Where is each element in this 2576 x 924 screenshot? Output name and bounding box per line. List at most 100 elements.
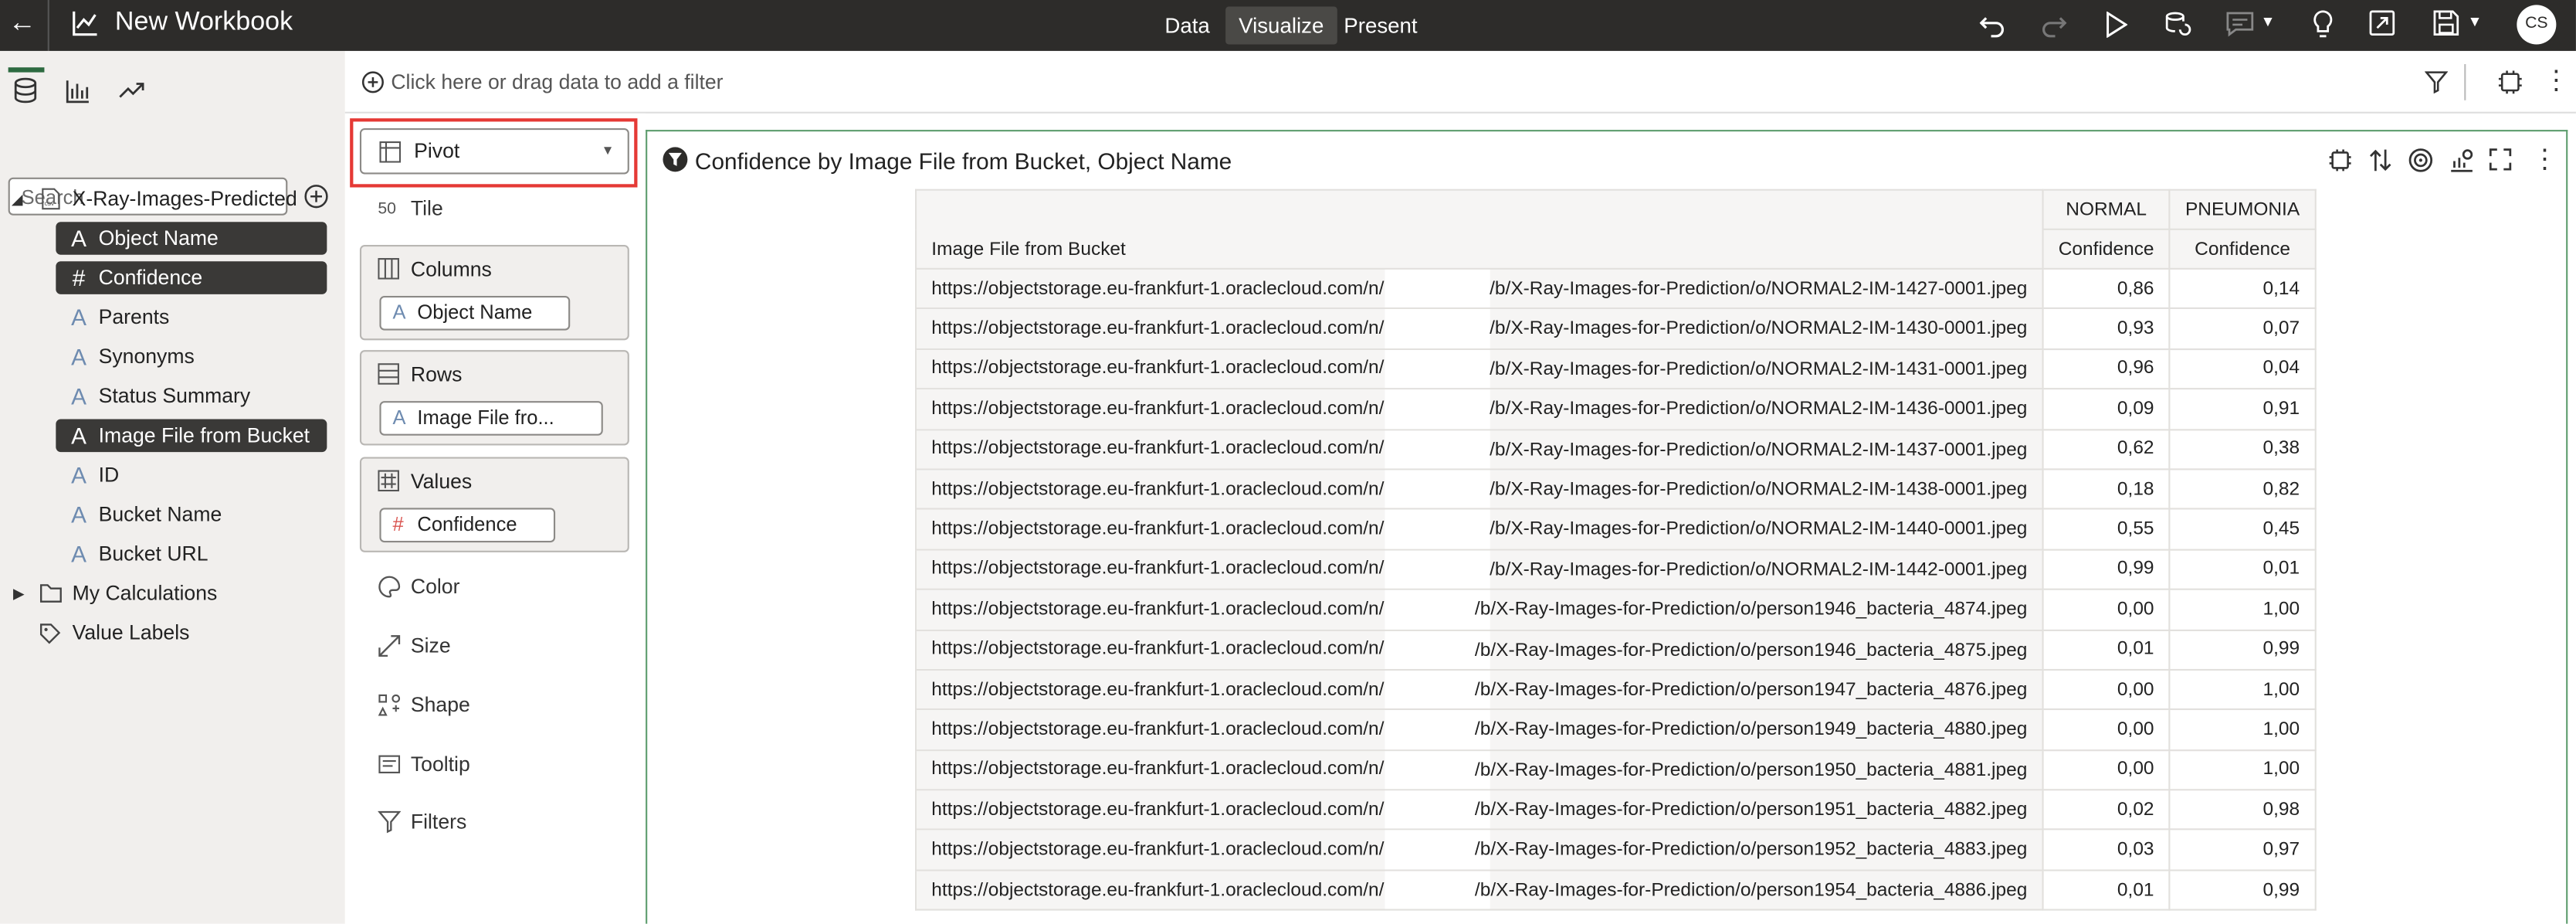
field-object-name[interactable]: A Object Name	[56, 222, 327, 255]
sort-icon[interactable]	[2369, 148, 2392, 172]
image-url-cell[interactable]: https://objectstorage.eu-frankfurt-1.ora…	[915, 668, 2044, 711]
tile-item[interactable]: 50 Tile	[378, 192, 442, 226]
shape-item[interactable]: Shape	[378, 688, 470, 722]
auto-apply-icon[interactable]	[2497, 69, 2523, 95]
pneumonia-confidence-cell[interactable]: 0,82	[2168, 468, 2317, 511]
columns-section[interactable]: Columns A Object Name	[359, 244, 629, 341]
save-chevron-down-icon[interactable]: ▼	[2468, 13, 2483, 29]
table-row[interactable]: https://objectstorage.eu-frankfurt-1.ora…	[915, 267, 2317, 310]
rows-section[interactable]: Rows A Image File fro...	[359, 350, 629, 446]
analytics-icon[interactable]	[2449, 148, 2474, 172]
field-bucket-url[interactable]: A Bucket URL	[56, 538, 327, 571]
table-row[interactable]: https://objectstorage.eu-frankfurt-1.ora…	[915, 508, 2317, 551]
field-id[interactable]: A ID	[56, 459, 327, 492]
more-options-icon[interactable]: ⋮	[2531, 143, 2557, 176]
collapsed-triangle-icon[interactable]: ▶	[13, 577, 25, 610]
normal-confidence-cell[interactable]: 0,00	[2042, 668, 2171, 711]
pneumonia-confidence-cell[interactable]: 0,45	[2168, 508, 2317, 551]
pneumonia-confidence-cell[interactable]: 0,01	[2168, 549, 2317, 591]
image-url-cell[interactable]: https://objectstorage.eu-frankfurt-1.ora…	[915, 789, 2044, 831]
my-calculations-node[interactable]: ▶ My Calculations	[0, 577, 345, 610]
auto-apply-icon[interactable]	[2328, 148, 2353, 172]
back-arrow-icon[interactable]: ←	[8, 7, 36, 40]
image-url-cell[interactable]: https://objectstorage.eu-frankfurt-1.ora…	[915, 588, 2044, 630]
normal-confidence-cell[interactable]: 0,03	[2042, 829, 2171, 871]
chevron-down-icon[interactable]: ▼	[2260, 13, 2275, 29]
target-icon[interactable]	[2408, 148, 2433, 172]
field-confidence[interactable]: # Confidence	[56, 261, 327, 294]
export-icon[interactable]	[2369, 10, 2395, 36]
analytics-tab-icon[interactable]	[118, 80, 144, 100]
table-row[interactable]: https://objectstorage.eu-frankfurt-1.ora…	[915, 628, 2317, 671]
normal-confidence-cell[interactable]: 0,00	[2042, 588, 2171, 630]
table-row[interactable]: https://objectstorage.eu-frankfurt-1.ora…	[915, 869, 2317, 912]
pneumonia-confidence-cell[interactable]: 1,00	[2168, 588, 2317, 630]
image-url-cell[interactable]: https://objectstorage.eu-frankfurt-1.ora…	[915, 307, 2044, 350]
image-url-cell[interactable]: https://objectstorage.eu-frankfurt-1.ora…	[915, 708, 2044, 751]
table-row[interactable]: https://objectstorage.eu-frankfurt-1.ora…	[915, 348, 2317, 390]
tab-visualize[interactable]: Visualize	[1225, 6, 1337, 45]
image-url-cell[interactable]: https://objectstorage.eu-frankfurt-1.ora…	[915, 267, 2044, 310]
table-row[interactable]: https://objectstorage.eu-frankfurt-1.ora…	[915, 708, 2317, 751]
field-status-summary[interactable]: A Status Summary	[56, 379, 327, 413]
viz-title[interactable]: Confidence by Image File from Bucket, Ob…	[695, 148, 1232, 174]
pneumonia-confidence-cell[interactable]: 1,00	[2168, 668, 2317, 711]
tab-present[interactable]: Present	[1330, 7, 1430, 45]
pneumonia-confidence-cell[interactable]: 1,00	[2168, 749, 2317, 791]
normal-confidence-cell[interactable]: 0,00	[2042, 708, 2171, 751]
image-url-cell[interactable]: https://objectstorage.eu-frankfurt-1.ora…	[915, 749, 2044, 791]
table-row[interactable]: https://objectstorage.eu-frankfurt-1.ora…	[915, 307, 2317, 350]
normal-confidence-cell[interactable]: 0,86	[2042, 267, 2171, 310]
pneumonia-confidence-cell[interactable]: 0,04	[2168, 348, 2317, 390]
image-url-cell[interactable]: https://objectstorage.eu-frankfurt-1.ora…	[915, 508, 2044, 551]
measure-header[interactable]: Confidence	[2042, 228, 2171, 270]
pneumonia-confidence-cell[interactable]: 0,14	[2168, 267, 2317, 310]
value-labels-node[interactable]: Value Labels	[0, 617, 345, 650]
tab-data[interactable]: Data	[1151, 7, 1222, 45]
run-icon[interactable]	[2104, 11, 2128, 38]
pneumonia-confidence-cell[interactable]: 1,00	[2168, 708, 2317, 751]
filter-settings-icon[interactable]	[2425, 70, 2448, 94]
normal-confidence-cell[interactable]: 0,01	[2042, 869, 2171, 912]
color-item[interactable]: Color	[378, 570, 459, 603]
image-url-cell[interactable]: https://objectstorage.eu-frankfurt-1.ora…	[915, 549, 2044, 591]
normal-confidence-cell[interactable]: 0,09	[2042, 388, 2171, 430]
table-row[interactable]: https://objectstorage.eu-frankfurt-1.ora…	[915, 829, 2317, 871]
normal-confidence-cell[interactable]: 0,96	[2042, 348, 2171, 390]
normal-confidence-cell[interactable]: 0,01	[2042, 628, 2171, 671]
insights-bulb-icon[interactable]	[2311, 10, 2334, 39]
table-row[interactable]: https://objectstorage.eu-frankfurt-1.ora…	[915, 668, 2317, 711]
pneumonia-confidence-cell[interactable]: 0,99	[2168, 869, 2317, 912]
table-row[interactable]: https://objectstorage.eu-frankfurt-1.ora…	[915, 789, 2317, 831]
refresh-data-icon[interactable]	[2164, 10, 2191, 38]
add-filter-icon[interactable]	[361, 70, 385, 93]
image-url-cell[interactable]: https://objectstorage.eu-frankfurt-1.ora…	[915, 468, 2044, 511]
table-row[interactable]: https://objectstorage.eu-frankfurt-1.ora…	[915, 428, 2317, 470]
user-avatar[interactable]: CS	[2517, 5, 2557, 45]
dataset-node[interactable]: ◢ csv X-Ray-Images-Predicted	[0, 182, 345, 216]
field-synonyms[interactable]: A Synonyms	[56, 340, 327, 373]
rows-pill[interactable]: A Image File fro...	[379, 401, 603, 436]
undo-icon[interactable]	[1979, 12, 2006, 38]
normal-confidence-cell[interactable]: 0,62	[2042, 428, 2171, 470]
image-url-cell[interactable]: https://objectstorage.eu-frankfurt-1.ora…	[915, 869, 2044, 912]
table-row[interactable]: https://objectstorage.eu-frankfurt-1.ora…	[915, 388, 2317, 430]
viz-canvas[interactable]: Confidence by Image File from Bucket, Ob…	[646, 130, 2568, 924]
columns-pill[interactable]: A Object Name	[379, 295, 571, 331]
table-row[interactable]: https://objectstorage.eu-frankfurt-1.ora…	[915, 549, 2317, 591]
tooltip-item[interactable]: Tooltip	[378, 748, 470, 781]
redo-icon[interactable]	[2040, 12, 2067, 38]
filter-bar[interactable]: Click here or drag data to add a filter …	[344, 50, 2576, 114]
expanded-triangle-icon[interactable]: ◢	[12, 182, 23, 216]
visualizations-tab-icon[interactable]	[66, 79, 90, 104]
normal-confidence-cell[interactable]: 0,00	[2042, 749, 2171, 791]
filters-item[interactable]: Filters	[378, 805, 466, 838]
column-header-pneumonia[interactable]: PNEUMONIA	[2168, 189, 2317, 230]
image-url-cell[interactable]: https://objectstorage.eu-frankfurt-1.ora…	[915, 428, 2044, 470]
measure-header[interactable]: Confidence	[2168, 228, 2317, 270]
image-url-cell[interactable]: https://objectstorage.eu-frankfurt-1.ora…	[915, 388, 2044, 430]
normal-confidence-cell[interactable]: 0,99	[2042, 549, 2171, 591]
row-header[interactable]: Image File from Bucket	[915, 189, 2044, 270]
field-bucket-name[interactable]: A Bucket Name	[56, 498, 327, 532]
values-pill[interactable]: # Confidence	[379, 508, 556, 543]
